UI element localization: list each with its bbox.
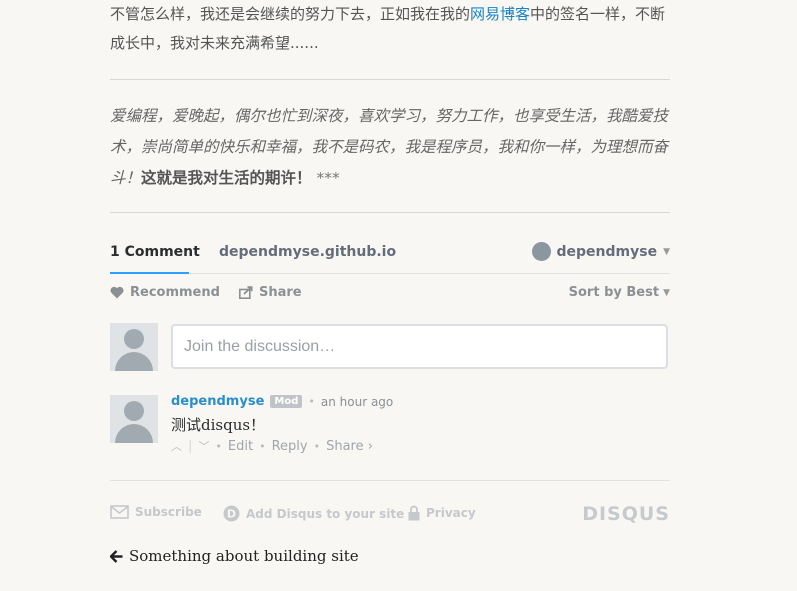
disqus-footer: Subscribe D Add Disqus to your site Priv…	[110, 503, 670, 527]
disqus-d-icon: D	[223, 505, 240, 522]
recommend-label: Recommend	[130, 285, 220, 300]
comment-input[interactable]: Join the discussion…	[171, 324, 668, 369]
tab-comment-count[interactable]: 1 Comment	[110, 244, 200, 260]
edit-link[interactable]: Edit	[228, 439, 253, 454]
disqus-logo[interactable]: DISQUS	[582, 503, 670, 525]
recommend-button[interactable]: Recommend	[110, 285, 220, 300]
netease-blog-link[interactable]: 网易博客	[470, 5, 530, 23]
sort-dropdown[interactable]: Sort by Best ▼	[569, 285, 670, 300]
comment-avatar[interactable]	[110, 395, 158, 443]
share-label: Share	[259, 285, 302, 300]
mod-badge: Mod	[270, 395, 303, 408]
comment-author[interactable]: dependmyse	[171, 394, 264, 409]
privacy-link[interactable]: Privacy	[408, 505, 476, 521]
disqus-actions: Recommend Share Sort by Best ▼	[110, 285, 670, 305]
page: 不管怎么样，我还是会继续的努力下去，正如我在我的网易博客中的签名一样，不断成长中…	[0, 0, 797, 591]
footer-divider	[110, 480, 670, 481]
heart-icon	[110, 286, 124, 299]
downvote-icon[interactable]: ﹀	[198, 438, 209, 454]
subscribe-link[interactable]: Subscribe	[110, 505, 202, 519]
share-icon	[239, 286, 253, 299]
quote-stars: ***	[316, 169, 340, 187]
article-paragraph: 不管怎么样，我还是会继续的努力下去，正如我在我的网易博客中的签名一样，不断成长中…	[110, 0, 680, 58]
add-disqus-label: Add Disqus to your site	[246, 506, 405, 521]
reply-link[interactable]: Reply	[272, 439, 308, 454]
arrow-left-icon	[110, 549, 123, 563]
divider-top	[110, 79, 670, 80]
comment-footer: ︿ | ﹀ • Edit • Reply • Share ›	[171, 438, 373, 454]
paragraph-text-1: 不管怎么样，我还是会继续的努力下去，正如我在我的	[110, 5, 471, 23]
upvote-icon[interactable]: ︿	[171, 438, 182, 454]
subscribe-label: Subscribe	[135, 505, 202, 519]
prev-post-label: Something about building site	[129, 547, 359, 565]
divider-bottom	[110, 212, 670, 213]
lock-icon	[408, 505, 420, 521]
motto-quote: 爱编程，爱晚起，偶尔也忙到深夜，喜欢学习，努力工作，也享受生活，我酷爱技术，崇尚…	[110, 101, 685, 194]
sort-label: Sort by Best	[568, 285, 660, 300]
user-avatar-icon	[531, 242, 551, 261]
user-menu-label: dependmyse	[556, 243, 658, 260]
mail-icon	[110, 505, 129, 519]
svg-text:D: D	[227, 508, 236, 521]
caret-down-icon: ▼	[663, 287, 670, 298]
disqus-tabs: 1 Comment dependmyse.github.io dependmys…	[110, 240, 670, 274]
share-button[interactable]: Share	[239, 285, 302, 300]
current-user-avatar	[110, 323, 158, 371]
share-link[interactable]: Share ›	[326, 439, 373, 454]
privacy-label: Privacy	[426, 506, 476, 520]
quote-bold: 这就是我对生活的期许！	[141, 169, 312, 187]
comment-time[interactable]: an hour ago	[321, 395, 393, 409]
comment-header: dependmyse Mod • an hour ago	[171, 394, 394, 409]
add-disqus-link[interactable]: D Add Disqus to your site	[223, 505, 404, 522]
prev-post-link[interactable]: Something about building site	[110, 547, 359, 565]
user-menu[interactable]: dependmyse ▼	[531, 242, 670, 261]
caret-down-icon: ▼	[663, 246, 670, 257]
tab-community[interactable]: dependmyse.github.io	[219, 244, 396, 260]
active-tab-indicator	[110, 272, 189, 274]
comment-body: 测试disqus！	[171, 416, 266, 434]
